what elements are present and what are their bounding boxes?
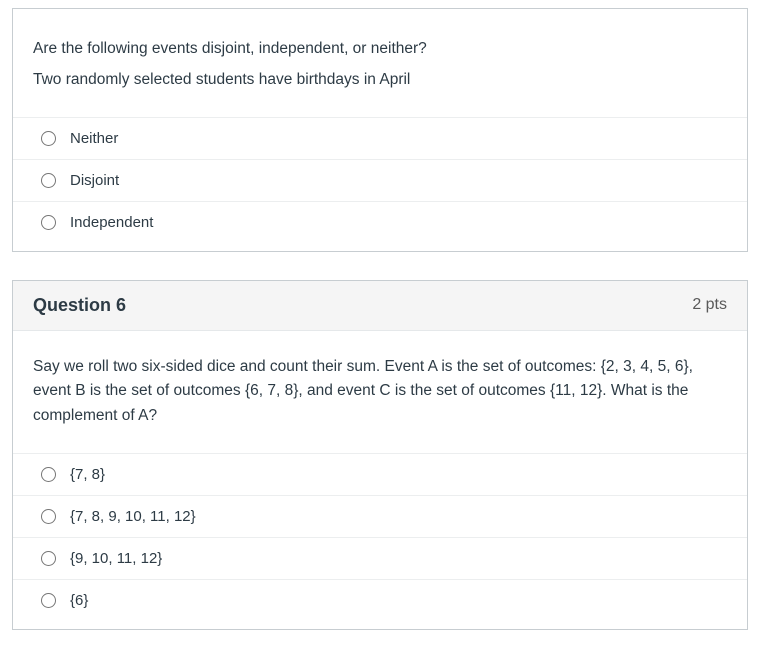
question-prompt-line: Are the following events disjoint, indep… bbox=[33, 37, 727, 62]
question-card: Question 6 2 pts Say we roll two six-sid… bbox=[12, 280, 748, 630]
answer-label: Neither bbox=[70, 130, 118, 147]
answer-label: {9, 10, 11, 12} bbox=[70, 550, 162, 567]
question-title: Question 6 bbox=[33, 295, 126, 316]
answer-radio[interactable] bbox=[41, 551, 56, 566]
answer-option[interactable]: {7, 8} bbox=[13, 453, 747, 495]
answer-option[interactable]: {9, 10, 11, 12} bbox=[13, 537, 747, 579]
question-card: Are the following events disjoint, indep… bbox=[12, 8, 748, 252]
answer-option[interactable]: {7, 8, 9, 10, 11, 12} bbox=[13, 495, 747, 537]
question-prompt: Say we roll two six-sided dice and count… bbox=[13, 331, 747, 453]
question-prompt-line: Say we roll two six-sided dice and count… bbox=[33, 355, 727, 429]
answer-radio[interactable] bbox=[41, 173, 56, 188]
answer-label: Disjoint bbox=[70, 172, 119, 189]
answer-label: {6} bbox=[70, 592, 88, 609]
answer-option[interactable]: Independent bbox=[13, 201, 747, 243]
answer-radio[interactable] bbox=[41, 509, 56, 524]
answer-radio[interactable] bbox=[41, 593, 56, 608]
question-points: 2 pts bbox=[692, 296, 727, 314]
answer-option[interactable]: Neither bbox=[13, 117, 747, 159]
answer-radio[interactable] bbox=[41, 131, 56, 146]
answer-label: {7, 8, 9, 10, 11, 12} bbox=[70, 508, 196, 525]
answer-list: {7, 8} {7, 8, 9, 10, 11, 12} {9, 10, 11,… bbox=[13, 453, 747, 629]
answer-option[interactable]: Disjoint bbox=[13, 159, 747, 201]
answer-label: Independent bbox=[70, 214, 153, 231]
question-prompt-line: Two randomly selected students have birt… bbox=[33, 68, 727, 93]
answer-list: Neither Disjoint Independent bbox=[13, 117, 747, 251]
answer-label: {7, 8} bbox=[70, 466, 105, 483]
question-header: Question 6 2 pts bbox=[13, 281, 747, 331]
answer-radio[interactable] bbox=[41, 467, 56, 482]
question-prompt: Are the following events disjoint, indep… bbox=[13, 9, 747, 117]
answer-option[interactable]: {6} bbox=[13, 579, 747, 621]
answer-radio[interactable] bbox=[41, 215, 56, 230]
